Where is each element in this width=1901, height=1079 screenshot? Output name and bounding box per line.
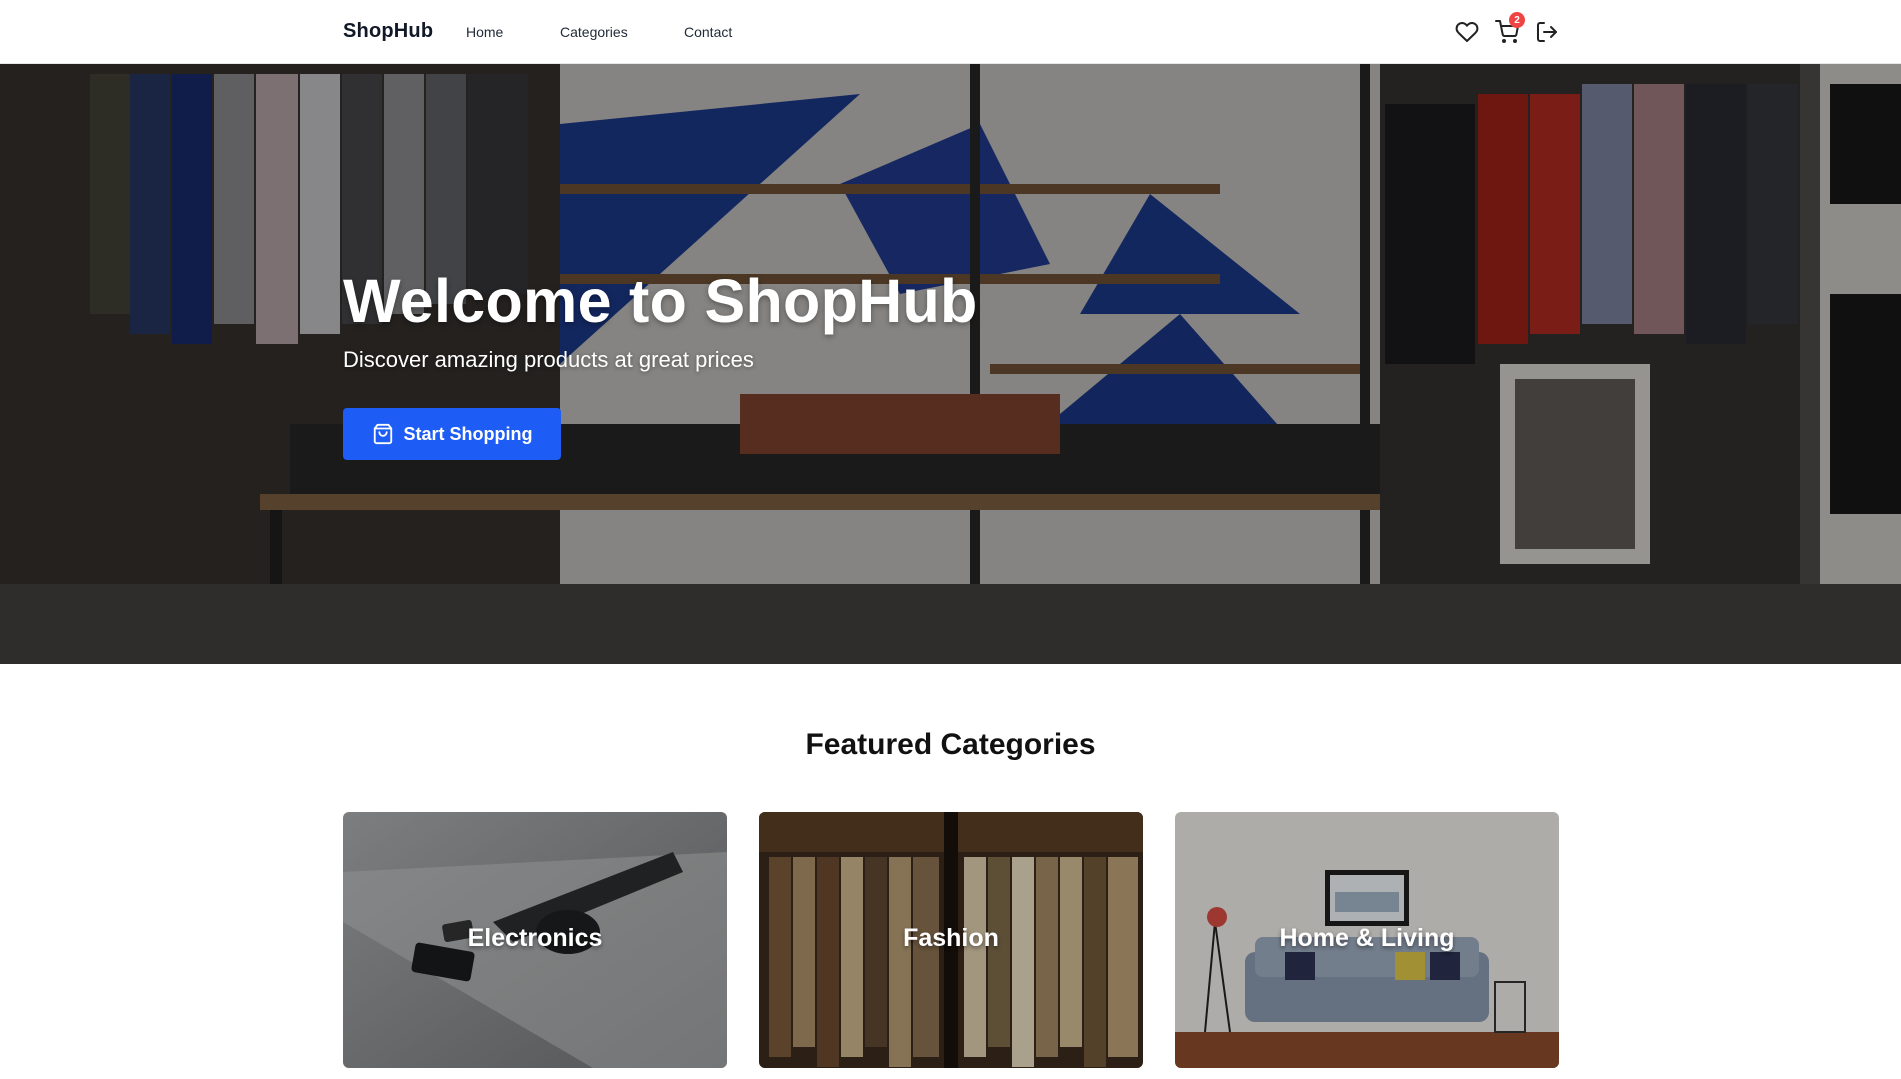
nav-categories[interactable]: Categories bbox=[560, 24, 628, 40]
hero-subtitle: Discover amazing products at great price… bbox=[343, 347, 754, 372]
start-shopping-button[interactable]: Start Shopping bbox=[343, 408, 561, 460]
hero-banner: Welcome to ShopHub Discover amazing prod… bbox=[0, 64, 1901, 664]
nav-contact[interactable]: Contact bbox=[684, 24, 732, 40]
shopping-bag-icon bbox=[373, 423, 392, 445]
hero-title: Welcome to ShopHub bbox=[343, 267, 978, 335]
brand-logo[interactable]: ShopHub bbox=[343, 20, 433, 43]
category-label: Electronics bbox=[467, 924, 603, 952]
category-label: Home & Living bbox=[1279, 924, 1455, 952]
cart-count-badge: 2 bbox=[1509, 12, 1525, 28]
category-card-home-living[interactable]: Home & Living bbox=[1175, 812, 1559, 1068]
logout-button[interactable] bbox=[1532, 16, 1562, 48]
hero-overlay bbox=[0, 64, 1901, 664]
featured-categories-title: Featured Categories bbox=[805, 728, 1096, 761]
logout-icon bbox=[1537, 22, 1557, 42]
nav-home[interactable]: Home bbox=[466, 24, 503, 40]
category-label: Fashion bbox=[903, 924, 999, 952]
category-card-fashion[interactable]: Fashion bbox=[759, 812, 1143, 1068]
start-shopping-label: Start Shopping bbox=[403, 423, 533, 444]
top-navbar: ShopHub Home Categories Contact 2 bbox=[0, 0, 1901, 64]
wishlist-button[interactable] bbox=[1452, 16, 1482, 48]
category-card-electronics[interactable]: Electronics bbox=[343, 812, 727, 1068]
heart-icon bbox=[1455, 22, 1479, 42]
